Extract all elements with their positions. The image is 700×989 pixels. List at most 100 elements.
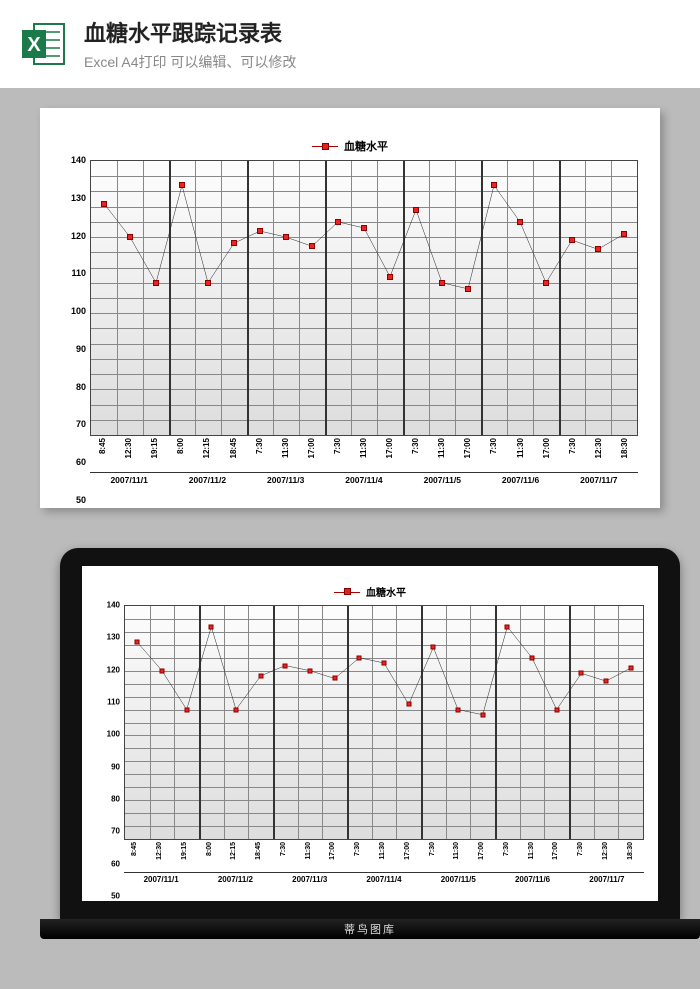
x-group-label: 2007/11/4	[347, 872, 421, 884]
data-marker	[439, 280, 445, 286]
x-group-label: 2007/11/7	[560, 472, 638, 485]
x-tick: 7:30	[411, 438, 421, 454]
x-group-label: 2007/11/6	[495, 872, 569, 884]
x-tick: 19:15	[150, 438, 160, 458]
x-tick: 12:30	[594, 438, 604, 458]
data-line	[125, 606, 643, 839]
plot-area	[90, 160, 638, 436]
x-tick: 18:45	[229, 438, 239, 458]
document-preview: 血糖水平50607080901001101201301408:4512:3019…	[40, 108, 660, 508]
x-tick: 11:30	[453, 842, 463, 860]
x-group-label: 2007/11/7	[570, 872, 644, 884]
laptop-mockup: 血糖水平50607080901001101201301408:4512:3019…	[40, 548, 700, 939]
data-marker	[283, 663, 288, 668]
x-tick: 7:30	[354, 842, 364, 856]
legend-marker-icon	[334, 587, 360, 597]
x-tick: 11:30	[379, 842, 389, 860]
data-marker	[530, 655, 535, 660]
y-axis: 5060708090100110120130140	[62, 160, 90, 500]
x-group-label: 2007/11/4	[325, 472, 403, 485]
x-group-label: 2007/11/2	[198, 872, 272, 884]
data-marker	[569, 237, 575, 243]
x-tick: 7:30	[255, 438, 265, 454]
data-marker	[160, 668, 165, 673]
data-marker	[456, 707, 461, 712]
x-tick: 8:00	[176, 438, 186, 454]
x-group-label: 2007/11/1	[90, 472, 168, 485]
data-marker	[101, 201, 107, 207]
blood-glucose-chart-small: 血糖水平50607080901001101201301408:4512:3019…	[96, 584, 644, 895]
x-tick: 11:30	[437, 438, 447, 458]
legend-label: 血糖水平	[366, 584, 406, 599]
x-group-label: 2007/11/1	[124, 872, 198, 884]
x-tick: 8:45	[131, 842, 141, 856]
data-marker	[554, 707, 559, 712]
y-tick: 120	[107, 665, 120, 674]
data-marker	[604, 679, 609, 684]
laptop-bezel: 血糖水平50607080901001101201301408:4512:3019…	[60, 548, 680, 919]
y-tick: 70	[111, 827, 120, 836]
legend-label: 血糖水平	[344, 138, 388, 154]
page-title: 血糖水平跟踪记录表	[84, 16, 680, 48]
data-marker	[431, 645, 436, 650]
x-axis: 8:4512:3019:158:0012:1518:457:3011:3017:…	[90, 436, 638, 500]
plot-wrap: 50607080901001101201301408:4512:3019:158…	[96, 605, 644, 896]
x-tick: 12:15	[230, 842, 240, 860]
page-subtitle: Excel A4打印 可以编辑、可以修改	[84, 52, 680, 72]
data-marker	[465, 286, 471, 292]
x-tick: 17:00	[542, 438, 552, 458]
x-group-label: 2007/11/2	[168, 472, 246, 485]
y-axis: 5060708090100110120130140	[96, 605, 124, 896]
y-tick: 80	[76, 382, 86, 392]
header-bar: X 血糖水平跟踪记录表 Excel A4打印 可以编辑、可以修改	[0, 0, 700, 88]
x-tick: 18:45	[255, 842, 265, 860]
data-line	[91, 161, 637, 435]
data-marker	[491, 182, 497, 188]
x-tick: 7:30	[577, 842, 587, 856]
y-tick: 50	[111, 892, 120, 901]
x-group-label: 2007/11/3	[247, 472, 325, 485]
y-tick: 100	[71, 306, 86, 316]
x-tick: 8:45	[98, 438, 108, 454]
x-tick: 7:30	[333, 438, 343, 454]
data-marker	[357, 655, 362, 660]
x-group-label: 2007/11/3	[273, 872, 347, 884]
y-tick: 110	[107, 698, 120, 707]
x-tick: 18:30	[627, 842, 637, 860]
data-marker	[595, 246, 601, 252]
y-tick: 130	[107, 633, 120, 642]
x-group-label: 2007/11/6	[481, 472, 559, 485]
watermark-text: 蒂鸟图库	[344, 921, 396, 937]
x-tick: 17:00	[478, 842, 488, 860]
x-tick: 12:30	[602, 842, 612, 860]
plot-area	[124, 605, 644, 840]
y-tick: 90	[76, 344, 86, 354]
x-tick: 11:30	[516, 438, 526, 458]
data-marker	[209, 624, 214, 629]
data-marker	[135, 640, 140, 645]
data-marker	[231, 240, 237, 246]
x-tick: 11:30	[305, 842, 315, 860]
data-marker	[543, 280, 549, 286]
x-tick: 7:30	[568, 438, 578, 454]
preview-area: 血糖水平50607080901001101201301408:4512:3019…	[0, 88, 700, 939]
x-tick: 17:00	[385, 438, 395, 458]
x-tick: 12:30	[156, 842, 166, 860]
y-tick: 130	[71, 193, 86, 203]
data-marker	[480, 712, 485, 717]
x-tick: 11:30	[528, 842, 538, 860]
plot-wrap: 50607080901001101201301408:4512:3019:158…	[62, 160, 638, 500]
data-marker	[382, 660, 387, 665]
data-marker	[579, 671, 584, 676]
x-tick: 17:00	[552, 842, 562, 860]
header-text: 血糖水平跟踪记录表 Excel A4打印 可以编辑、可以修改	[84, 16, 680, 72]
x-tick: 8:00	[206, 842, 216, 856]
data-marker	[517, 219, 523, 225]
x-tick: 7:30	[429, 842, 439, 856]
x-tick: 7:30	[489, 438, 499, 454]
x-axis: 8:4512:3019:158:0012:1518:457:3011:3017:…	[124, 840, 644, 896]
excel-icon: X	[20, 20, 68, 68]
x-tick: 17:00	[404, 842, 414, 860]
data-marker	[387, 274, 393, 280]
data-marker	[505, 624, 510, 629]
